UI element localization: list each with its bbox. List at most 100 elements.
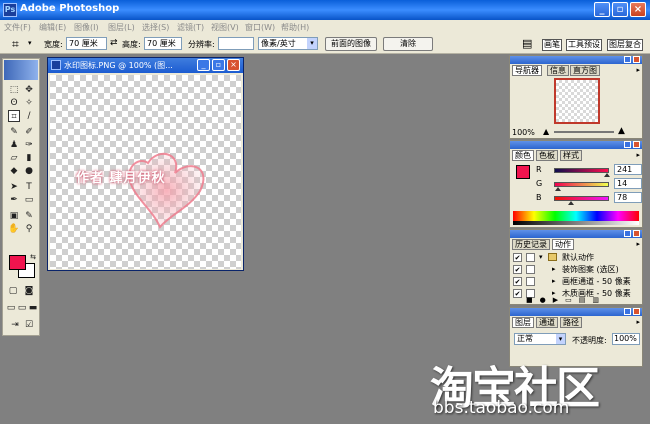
action-row[interactable]: ✔ ▸ 画框通道 - 50 像素 bbox=[512, 276, 640, 287]
jump-to-imageready-icon[interactable]: ⇥ bbox=[9, 319, 21, 331]
swap-dimensions-icon[interactable]: ⇄ bbox=[110, 38, 118, 48]
zoom-in-icon[interactable]: ▲ bbox=[618, 126, 625, 136]
tab-color[interactable]: 颜色 bbox=[512, 150, 534, 161]
well-tab-layer-comps[interactable]: 图层复合 bbox=[607, 39, 643, 51]
height-field[interactable]: 70 厘米 bbox=[144, 37, 182, 50]
type-tool-icon[interactable]: T bbox=[23, 181, 35, 193]
image-canvas[interactable]: 作者 肆月伊秋 bbox=[50, 75, 241, 269]
crop-tool-icon[interactable]: ⌗ bbox=[8, 110, 20, 122]
navigator-zoom-slider[interactable] bbox=[554, 131, 614, 133]
tab-styles[interactable]: 样式 bbox=[560, 150, 582, 161]
brush-tool-icon[interactable]: ✐ bbox=[23, 126, 35, 138]
history-brush-tool-icon[interactable]: ✑ bbox=[23, 139, 35, 151]
delete-icon[interactable]: ▥ bbox=[592, 296, 606, 304]
slice-tool-icon[interactable]: ∕ bbox=[23, 110, 35, 122]
palette-title-bar[interactable] bbox=[510, 230, 642, 238]
tab-info[interactable]: 信息 bbox=[547, 65, 569, 76]
palette-well-icon[interactable]: ▤ bbox=[522, 37, 532, 50]
navigator-preview[interactable] bbox=[554, 78, 600, 124]
menu-filter[interactable]: 滤镜(T) bbox=[177, 22, 204, 33]
menu-select[interactable]: 选择(S) bbox=[142, 22, 169, 33]
new-action-icon[interactable]: ▤ bbox=[579, 296, 593, 304]
blue-slider-thumb[interactable] bbox=[568, 201, 574, 205]
record-icon[interactable]: ● bbox=[540, 296, 553, 304]
tab-channels[interactable]: 通道 bbox=[536, 317, 558, 328]
menu-view[interactable]: 视图(V) bbox=[211, 22, 239, 33]
grayscale-ramp[interactable] bbox=[513, 221, 639, 225]
swap-colors-icon[interactable]: ⇆ bbox=[27, 251, 39, 263]
color-spectrum-ramp[interactable] bbox=[513, 211, 639, 221]
palette-title-bar[interactable] bbox=[510, 308, 642, 316]
red-slider[interactable] bbox=[554, 168, 609, 173]
menu-image[interactable]: 图像(I) bbox=[74, 22, 99, 33]
feather-logo-icon[interactable] bbox=[4, 60, 38, 80]
close-button[interactable]: × bbox=[630, 2, 646, 17]
pen-tool-icon[interactable]: ✒ bbox=[8, 194, 20, 206]
green-slider[interactable] bbox=[554, 182, 609, 187]
palette-close-icon[interactable] bbox=[633, 230, 640, 237]
notes-tool-icon[interactable]: ▣ bbox=[8, 210, 20, 222]
action-toggle-checkbox[interactable]: ✔ bbox=[513, 253, 522, 262]
shape-tool-icon[interactable]: ▭ bbox=[23, 194, 35, 206]
tab-navigator[interactable]: 导航器 bbox=[512, 65, 542, 76]
chevron-down-icon[interactable]: ▾ bbox=[28, 39, 32, 47]
magic-wand-tool-icon[interactable]: ✧ bbox=[23, 97, 35, 109]
foreground-color-swatch[interactable] bbox=[9, 255, 26, 270]
action-toggle-checkbox[interactable]: ✔ bbox=[513, 277, 522, 286]
expand-triangle-icon[interactable]: ▾ bbox=[539, 252, 543, 263]
move-tool-icon[interactable]: ✥ bbox=[23, 84, 35, 96]
palette-menu-icon[interactable]: ▸ bbox=[636, 66, 640, 74]
action-dialog-icon[interactable] bbox=[526, 277, 535, 286]
lasso-tool-icon[interactable]: ʘ bbox=[8, 97, 20, 109]
well-tab-brushes[interactable]: 画笔 bbox=[542, 39, 562, 51]
blue-slider[interactable] bbox=[554, 196, 609, 201]
dodge-tool-icon[interactable]: ● bbox=[23, 165, 35, 177]
imageready-icon[interactable]: ☑ bbox=[23, 319, 35, 331]
document-close-button[interactable]: × bbox=[227, 59, 240, 71]
tab-actions[interactable]: 动作 bbox=[552, 239, 574, 250]
new-set-icon[interactable]: ▭ bbox=[565, 296, 579, 304]
palette-minimize-icon[interactable] bbox=[624, 308, 631, 315]
eraser-tool-icon[interactable]: ▱ bbox=[8, 152, 20, 164]
photoshop-app-icon[interactable]: Ps bbox=[3, 3, 17, 17]
palette-title-bar[interactable] bbox=[510, 56, 642, 64]
action-set-row[interactable]: ✔ ▾ 默认动作 bbox=[512, 252, 640, 263]
palette-close-icon[interactable] bbox=[633, 141, 640, 148]
clone-stamp-tool-icon[interactable]: ♟ bbox=[8, 139, 20, 151]
marquee-tool-icon[interactable]: ⬚ bbox=[8, 84, 20, 96]
palette-close-icon[interactable] bbox=[633, 56, 640, 63]
opacity-field[interactable]: 100% bbox=[612, 333, 640, 345]
palette-title-bar[interactable] bbox=[510, 141, 642, 149]
palette-minimize-icon[interactable] bbox=[624, 230, 631, 237]
hand-tool-icon[interactable]: ✋ bbox=[8, 223, 20, 235]
crop-tool-icon[interactable]: ⌗ bbox=[12, 37, 19, 52]
document-maximize-button[interactable]: ▫ bbox=[212, 59, 225, 71]
expand-triangle-icon[interactable]: ▸ bbox=[552, 264, 556, 275]
palette-menu-icon[interactable]: ▸ bbox=[636, 151, 640, 159]
document-minimize-button[interactable]: _ bbox=[197, 59, 210, 71]
screen-mode-full-icon[interactable]: ▬ bbox=[27, 302, 39, 314]
healing-brush-tool-icon[interactable]: ✎ bbox=[8, 126, 20, 138]
document-title-bar[interactable]: 水印图标.PNG @ 100% (图... _ ▫ × bbox=[48, 58, 243, 73]
tab-swatches[interactable]: 色板 bbox=[536, 150, 558, 161]
blur-tool-icon[interactable]: ◆ bbox=[8, 165, 20, 177]
palette-menu-icon[interactable]: ▸ bbox=[636, 318, 640, 326]
tab-paths[interactable]: 路径 bbox=[560, 317, 582, 328]
menu-layer[interactable]: 图层(L) bbox=[108, 22, 135, 33]
green-slider-thumb[interactable] bbox=[555, 187, 561, 191]
palette-minimize-icon[interactable] bbox=[624, 141, 631, 148]
clear-button[interactable]: 清除 bbox=[383, 37, 433, 51]
tab-history[interactable]: 历史记录 bbox=[512, 239, 550, 250]
action-toggle-checkbox[interactable]: ✔ bbox=[513, 265, 522, 274]
action-dialog-icon[interactable] bbox=[526, 253, 535, 262]
tab-histogram[interactable]: 直方图 bbox=[570, 65, 600, 76]
front-image-button[interactable]: 前面的图像 bbox=[325, 37, 377, 51]
red-slider-thumb[interactable] bbox=[604, 173, 610, 177]
maximize-button[interactable]: ▫ bbox=[612, 2, 628, 17]
action-row[interactable]: ✔ ▸ 装饰图案 (选区) bbox=[512, 264, 640, 275]
expand-triangle-icon[interactable]: ▸ bbox=[552, 276, 556, 287]
palette-menu-icon[interactable]: ▸ bbox=[636, 240, 640, 248]
width-field[interactable]: 70 厘米 bbox=[66, 37, 107, 50]
stop-icon[interactable]: ■ bbox=[526, 296, 540, 304]
quick-mask-mode-icon[interactable]: ◙ bbox=[23, 285, 35, 297]
